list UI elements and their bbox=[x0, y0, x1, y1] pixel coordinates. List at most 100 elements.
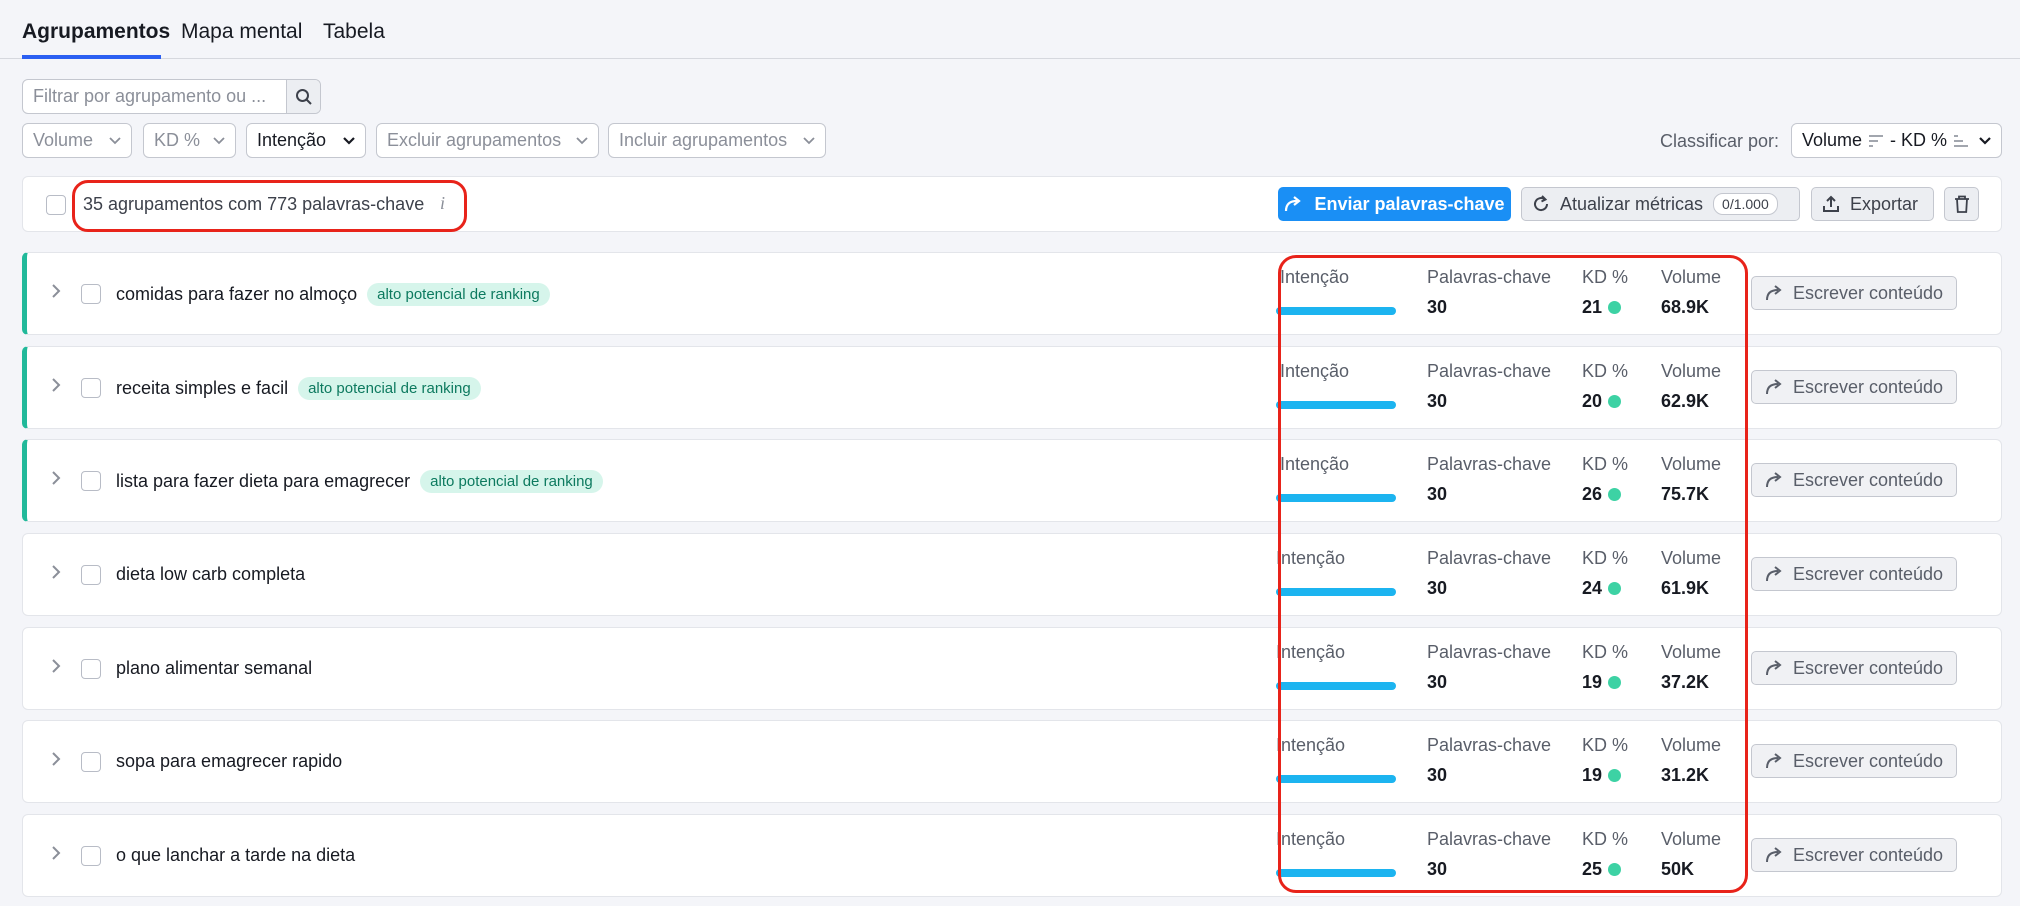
update-count-badge: 0/1.000 bbox=[1713, 193, 1778, 215]
volume-dropdown-label: Volume bbox=[33, 130, 94, 150]
row-checkbox[interactable] bbox=[81, 471, 101, 491]
kd-number: 24 bbox=[1582, 578, 1603, 598]
cluster-title[interactable]: receita simples e facil alto potencial de… bbox=[116, 377, 481, 400]
cluster-title[interactable]: lista para fazer dieta para emagrecer alt… bbox=[116, 470, 603, 493]
intent-bar bbox=[1276, 307, 1396, 315]
cluster-row[interactable]: comidas para fazer no almoço alto potenci… bbox=[22, 252, 2002, 335]
chevron-right-icon[interactable] bbox=[51, 283, 61, 299]
volume-label: Volume bbox=[1661, 735, 1722, 755]
cluster-row[interactable]: dieta low carb completa Intenção Palavra… bbox=[22, 533, 2002, 616]
intent-bar bbox=[1276, 869, 1396, 877]
row-checkbox[interactable] bbox=[81, 752, 101, 772]
sort-dropdown[interactable]: Volume - KD % bbox=[1791, 123, 2002, 158]
delete-button[interactable] bbox=[1944, 187, 1979, 221]
kd-label: KD % bbox=[1582, 361, 1629, 381]
excluir-agrupamentos-dropdown[interactable]: Excluir agrupamentos bbox=[376, 123, 599, 158]
info-icon[interactable]: i bbox=[440, 193, 445, 214]
write-content-button[interactable]: Escrever conteúdo bbox=[1751, 557, 1957, 591]
sort-ascending-icon bbox=[1954, 134, 1969, 147]
share-arrow-icon bbox=[1765, 847, 1782, 863]
write-content-button[interactable]: Escrever conteúdo bbox=[1751, 744, 1957, 778]
volume-value: 68.9K bbox=[1661, 297, 1710, 317]
cluster-title[interactable]: plano alimentar semanal bbox=[116, 658, 312, 679]
keywords-count: 30 bbox=[1427, 672, 1448, 692]
kd-number: 20 bbox=[1582, 391, 1603, 411]
cluster-title[interactable]: dieta low carb completa bbox=[116, 564, 305, 585]
chevron-right-icon[interactable] bbox=[51, 751, 61, 767]
share-arrow-icon bbox=[1765, 566, 1782, 582]
cluster-title[interactable]: comidas para fazer no almoço alto potenci… bbox=[116, 283, 550, 306]
cluster-row[interactable]: o que lanchar a tarde na dieta Intenção … bbox=[22, 814, 2002, 897]
kd-number: 19 bbox=[1582, 765, 1603, 785]
write-content-button[interactable]: Escrever conteúdo bbox=[1751, 370, 1957, 404]
ranking-potential-badge: alto potencial de ranking bbox=[420, 470, 603, 493]
chevron-right-icon[interactable] bbox=[51, 470, 61, 486]
intent-label: Intenção bbox=[1276, 642, 1346, 662]
volume-dropdown[interactable]: Volume bbox=[22, 123, 132, 158]
select-all-checkbox[interactable] bbox=[46, 195, 66, 215]
cluster-row[interactable]: sopa para emagrecer rapido Intenção Pala… bbox=[22, 720, 2002, 803]
chevron-down-icon bbox=[576, 136, 588, 144]
export-button[interactable]: Exportar bbox=[1811, 187, 1934, 221]
kd-difficulty-dot bbox=[1608, 769, 1622, 782]
excluir-dropdown-label: Excluir agrupamentos bbox=[387, 130, 562, 150]
cluster-name: sopa para emagrecer rapido bbox=[116, 751, 343, 771]
intent-bar bbox=[1276, 775, 1396, 783]
share-arrow-icon bbox=[1285, 196, 1302, 212]
cluster-title[interactable]: o que lanchar a tarde na dieta bbox=[116, 845, 355, 866]
chevron-right-icon[interactable] bbox=[51, 658, 61, 674]
keywords-label: Palavras-chave bbox=[1427, 361, 1552, 381]
row-checkbox[interactable] bbox=[81, 378, 101, 398]
intencao-dropdown[interactable]: Intenção bbox=[246, 123, 366, 158]
cluster-row[interactable]: lista para fazer dieta para emagrecer alt… bbox=[22, 439, 2002, 522]
intent-bar bbox=[1276, 401, 1396, 409]
volume-value: 31.2K bbox=[1661, 765, 1710, 785]
export-label: Exportar bbox=[1850, 193, 1919, 214]
search-button[interactable] bbox=[286, 80, 320, 113]
write-content-button[interactable]: Escrever conteúdo bbox=[1751, 276, 1957, 310]
row-checkbox[interactable] bbox=[81, 846, 101, 866]
cluster-row[interactable]: receita simples e facil alto potencial de… bbox=[22, 346, 2002, 429]
kd-difficulty-dot bbox=[1608, 395, 1622, 408]
kd-dropdown[interactable]: KD % bbox=[143, 123, 236, 158]
tab-tabela[interactable]: Tabela bbox=[323, 20, 385, 44]
kd-label: KD % bbox=[1582, 642, 1629, 662]
tab-agrupamentos[interactable]: Agrupamentos bbox=[22, 20, 170, 44]
send-keywords-button[interactable]: Enviar palavras-chave bbox=[1278, 187, 1511, 221]
chevron-right-icon[interactable] bbox=[51, 564, 61, 580]
kd-number: 26 bbox=[1582, 484, 1603, 504]
kd-label: KD % bbox=[1582, 735, 1629, 755]
row-checkbox[interactable] bbox=[81, 284, 101, 304]
write-content-label: Escrever conteúdo bbox=[1792, 469, 1944, 490]
filter-input[interactable] bbox=[23, 80, 286, 113]
cluster-name: plano alimentar semanal bbox=[116, 658, 313, 678]
write-content-button[interactable]: Escrever conteúdo bbox=[1751, 838, 1957, 872]
chevron-right-icon[interactable] bbox=[51, 377, 61, 393]
cluster-title[interactable]: sopa para emagrecer rapido bbox=[116, 751, 342, 772]
chevron-down-icon bbox=[109, 136, 121, 144]
write-content-button[interactable]: Escrever conteúdo bbox=[1751, 651, 1957, 685]
write-content-button[interactable]: Escrever conteúdo bbox=[1751, 463, 1957, 497]
kd-difficulty-dot bbox=[1608, 301, 1622, 314]
write-content-label: Escrever conteúdo bbox=[1792, 282, 1944, 303]
incluir-agrupamentos-dropdown[interactable]: Incluir agrupamentos bbox=[608, 123, 826, 158]
write-content-label: Escrever conteúdo bbox=[1792, 750, 1944, 771]
search-icon bbox=[295, 88, 312, 105]
intent-label: Intenção bbox=[1276, 829, 1346, 849]
upload-icon bbox=[1823, 195, 1839, 212]
row-checkbox[interactable] bbox=[81, 565, 101, 585]
update-metrics-label: Atualizar métricas bbox=[1560, 193, 1704, 214]
row-checkbox[interactable] bbox=[81, 659, 101, 679]
kd-difficulty-dot bbox=[1608, 488, 1622, 501]
intent-bar bbox=[1276, 588, 1396, 596]
keywords-label: Palavras-chave bbox=[1427, 829, 1552, 849]
update-metrics-button[interactable]: Atualizar métricas 0/1.000 bbox=[1521, 187, 1800, 221]
ranking-potential-badge: alto potencial de ranking bbox=[298, 377, 481, 400]
chevron-right-icon[interactable] bbox=[51, 845, 61, 861]
tab-mapa-mental[interactable]: Mapa mental bbox=[181, 20, 302, 44]
intencao-dropdown-label: Intenção bbox=[257, 130, 327, 150]
chevron-down-icon bbox=[213, 136, 225, 144]
cluster-row[interactable]: plano alimentar semanal Intenção Palavra… bbox=[22, 627, 2002, 710]
ranking-potential-badge: alto potencial de ranking bbox=[367, 283, 550, 306]
kd-value: 19 bbox=[1582, 765, 1622, 786]
